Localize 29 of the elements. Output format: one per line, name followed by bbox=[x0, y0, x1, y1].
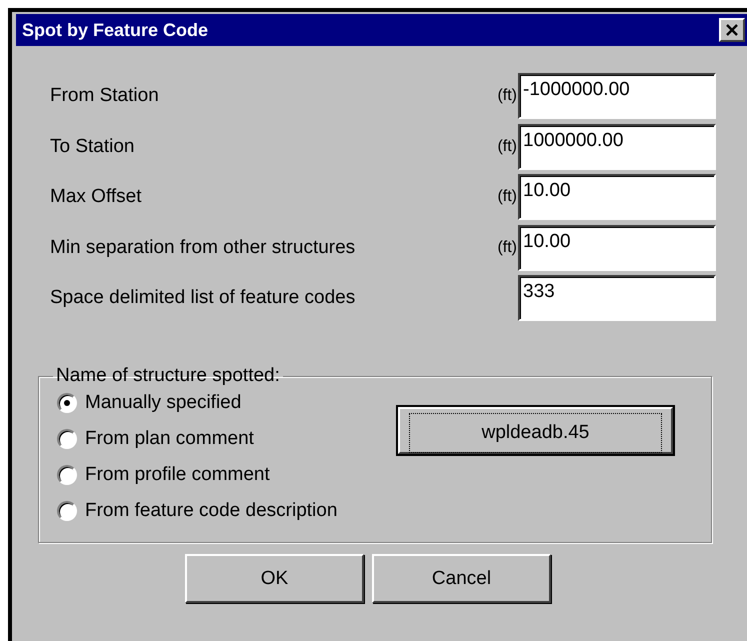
unit-label: (ft) bbox=[496, 188, 518, 206]
dialog-button[interactable]: Cancel bbox=[372, 554, 551, 603]
radio-button[interactable] bbox=[57, 393, 77, 413]
dialog-button[interactable]: OK bbox=[185, 554, 364, 603]
input-field[interactable]: 10.00 bbox=[518, 174, 716, 220]
radio-button[interactable] bbox=[57, 465, 77, 485]
input-field[interactable]: 10.00 bbox=[518, 224, 716, 270]
radio-button[interactable] bbox=[57, 501, 77, 521]
window-title: Spot by Feature Code bbox=[22, 20, 208, 40]
input-field[interactable]: 1000000.00 bbox=[518, 124, 716, 170]
group-title: Name of structure spotted: bbox=[55, 365, 281, 387]
field-label: Max Offset bbox=[49, 186, 143, 208]
close-button[interactable] bbox=[719, 18, 745, 42]
field-label: From Station bbox=[49, 85, 160, 107]
close-icon bbox=[725, 24, 739, 36]
field-label: Min separation from other structures bbox=[49, 236, 356, 258]
unit-label: (ft) bbox=[496, 238, 518, 256]
input-field[interactable]: -1000000.00 bbox=[518, 73, 716, 119]
radio-label[interactable]: From feature code description bbox=[85, 500, 338, 522]
unit-label: (ft) bbox=[496, 87, 518, 105]
radio-label[interactable]: From plan comment bbox=[85, 428, 254, 450]
radio-label[interactable]: Manually specified bbox=[85, 392, 242, 414]
radio-button[interactable] bbox=[57, 429, 77, 449]
unit-label: (ft) bbox=[496, 138, 518, 156]
field-label: To Station bbox=[49, 136, 136, 158]
name-button[interactable]: wpldeadb.45 bbox=[398, 407, 673, 454]
radio-label[interactable]: From profile comment bbox=[85, 464, 270, 486]
field-label: Space delimited list of feature codes bbox=[49, 287, 356, 309]
input-field[interactable]: 333 bbox=[518, 275, 716, 321]
